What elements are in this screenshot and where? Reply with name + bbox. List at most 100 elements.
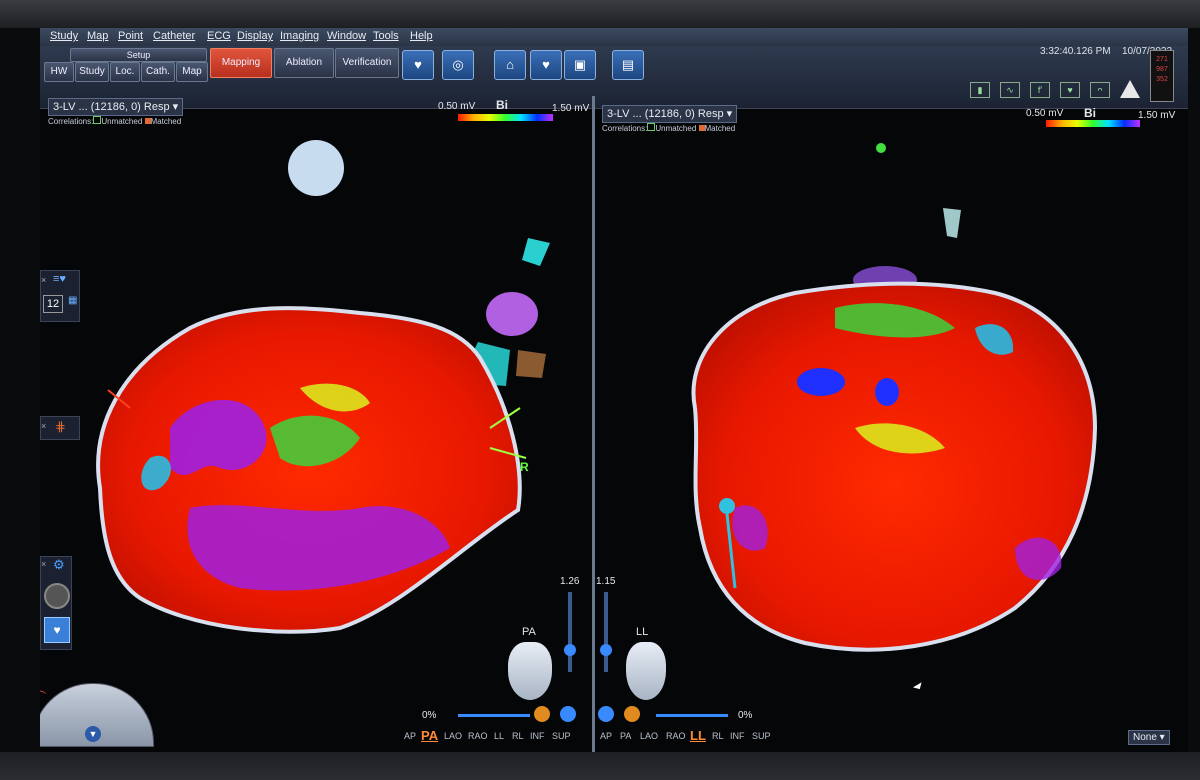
view-lao[interactable]: LAO — [444, 731, 462, 741]
verification-mode-button[interactable]: Verification — [335, 48, 399, 78]
view-sup[interactable]: SUP — [752, 731, 771, 741]
catheter-icon[interactable]: ⌂ — [494, 50, 526, 80]
right-rotation-slider[interactable] — [656, 714, 728, 717]
status-value-1: 271 — [1156, 56, 1168, 63]
left-scale-type: Bi — [496, 98, 508, 112]
status-value-2: 987 — [1156, 66, 1168, 73]
right-electroanatomic-map[interactable] — [595, 128, 1188, 688]
left-map-selector[interactable]: 3-LV ... (12186, 0) Resp ▾ — [48, 98, 184, 116]
status-counter: 271 987 352 — [1150, 50, 1174, 102]
menu-catheter[interactable]: Catheter — [153, 30, 195, 42]
right-rotation-value: 0% — [738, 710, 753, 721]
left-heart-orientation-icon[interactable] — [508, 642, 552, 700]
left-rotation-slider[interactable] — [458, 714, 530, 717]
loc-button[interactable]: Loc. — [110, 62, 140, 82]
right-play-icon[interactable] — [598, 706, 614, 722]
view-ap[interactable]: AP — [600, 731, 612, 741]
hw-button[interactable]: HW — [44, 62, 74, 82]
right-zoom-slider[interactable] — [604, 592, 608, 672]
menu-study[interactable]: Study — [50, 30, 78, 42]
right-scale-type: Bi — [1084, 106, 1096, 120]
right-dropdown[interactable]: None ▾ — [1128, 730, 1170, 745]
menu-display[interactable]: Display — [237, 30, 273, 42]
left-record-icon[interactable] — [534, 706, 550, 722]
map-button[interactable]: Map — [176, 62, 208, 82]
view-rl[interactable]: RL — [512, 731, 524, 741]
left-scale-max: 1.50 mV — [552, 103, 590, 114]
view-rao[interactable]: RAO — [468, 731, 488, 741]
navigation-dial[interactable]: ▼ — [40, 683, 154, 747]
ablation-mode-button[interactable]: Ablation — [274, 48, 334, 78]
left-correlations-label: Correlations: — [48, 117, 94, 126]
heart-status-icon: ♥ — [1060, 82, 1080, 98]
right-zoom-handle[interactable] — [600, 644, 612, 656]
left-correlations: Correlations: Unmatched Matched — [48, 116, 181, 126]
heart-plus-icon[interactable]: ♥ — [402, 50, 434, 80]
warning-icon — [1120, 80, 1140, 98]
view-ll[interactable]: LL — [690, 728, 706, 743]
left-zoom-handle[interactable] — [564, 644, 576, 656]
view-pa[interactable]: PA — [421, 728, 438, 743]
cath-button[interactable]: Cath. — [141, 62, 175, 82]
app-logo-icon: ⌒ — [40, 690, 47, 704]
menu-map[interactable]: Map — [87, 30, 108, 42]
toolbar: Setup HW Study Loc. Cath. Map Mapping Ab… — [40, 46, 1188, 109]
right-heart-orientation-icon[interactable] — [626, 642, 666, 700]
left-zoom-value: 1.26 — [560, 576, 580, 587]
brown-patch — [516, 350, 546, 378]
stethoscope-icon: ᴖ — [1090, 82, 1110, 98]
camera-icon[interactable]: ▣ — [564, 50, 596, 80]
mapping-mode-button[interactable]: Mapping — [210, 48, 272, 78]
left-orientation-marker: R — [520, 460, 529, 474]
view-pa[interactable]: PA — [620, 731, 631, 741]
view-lao[interactable]: LAO — [640, 731, 658, 741]
left-matched-label: Matched — [150, 117, 182, 126]
menu-window[interactable]: Window — [327, 30, 366, 42]
view-ll[interactable]: LL — [494, 731, 504, 741]
heart-icon[interactable]: ♥ — [530, 50, 562, 80]
nav-center-icon[interactable]: ▼ — [85, 726, 101, 742]
carto-screen: Study Map Point Catheter ECG Display Ima… — [40, 28, 1188, 752]
left-unmatched-label: Unmatched — [101, 117, 143, 126]
view-inf[interactable]: INF — [730, 731, 745, 741]
left-color-scale[interactable] — [458, 114, 553, 121]
right-zoom-value: 1.15 — [596, 576, 616, 587]
right-dropdown-value: None — [1133, 732, 1157, 743]
left-play-icon[interactable] — [560, 706, 576, 722]
left-rotation-value: 0% — [422, 710, 437, 721]
left-orientation-label: PA — [522, 626, 536, 638]
view-ap[interactable]: AP — [404, 731, 416, 741]
menu-imaging[interactable]: Imaging — [280, 30, 319, 42]
left-zoom-slider[interactable] — [568, 592, 572, 672]
right-heart-surface — [691, 281, 1098, 652]
display-icon[interactable]: ▤ — [612, 50, 644, 80]
purple-patch — [486, 292, 538, 336]
menu-tools[interactable]: Tools — [373, 30, 399, 42]
low-voltage-region — [797, 368, 845, 396]
view-rl[interactable]: RL — [712, 731, 724, 741]
right-scale-min: 0.50 mV — [1026, 108, 1064, 119]
view-rao[interactable]: RAO — [666, 731, 686, 741]
right-record-icon[interactable] — [624, 706, 640, 722]
compass-icon[interactable]: ◎ — [442, 50, 474, 80]
menu-point[interactable]: Point — [118, 30, 143, 42]
right-scale-max: 1.50 mV — [1138, 110, 1176, 121]
setup-label: Setup — [70, 48, 207, 62]
menu-help[interactable]: Help — [410, 30, 433, 42]
study-button[interactable]: Study — [75, 62, 109, 82]
right-view-buttons: AP PA LAO RAO LL RL INF SUP — [600, 728, 780, 744]
left-electroanatomic-map[interactable] — [40, 128, 592, 648]
right-map-selector[interactable]: 3-LV ... (12186, 0) Resp ▾ — [602, 105, 738, 123]
left-scale-min: 0.50 mV — [438, 101, 476, 112]
view-inf[interactable]: INF — [530, 731, 545, 741]
monitor-bezel-bottom — [0, 752, 1200, 780]
view-sup[interactable]: SUP — [552, 731, 571, 741]
right-map-title: 3-LV ... (12186, 0) Resp — [607, 108, 724, 120]
menu-ecg[interactable]: ECG — [207, 30, 231, 42]
reference-sphere — [288, 140, 344, 196]
menu-bar: Study Map Point Catheter ECG Display Ima… — [40, 28, 1188, 46]
status-value-3: 352 — [1156, 76, 1168, 83]
right-color-scale[interactable] — [1046, 120, 1140, 127]
clock-time: 3:32:40.126 PM — [1040, 46, 1111, 57]
green-point-marker — [876, 143, 886, 153]
